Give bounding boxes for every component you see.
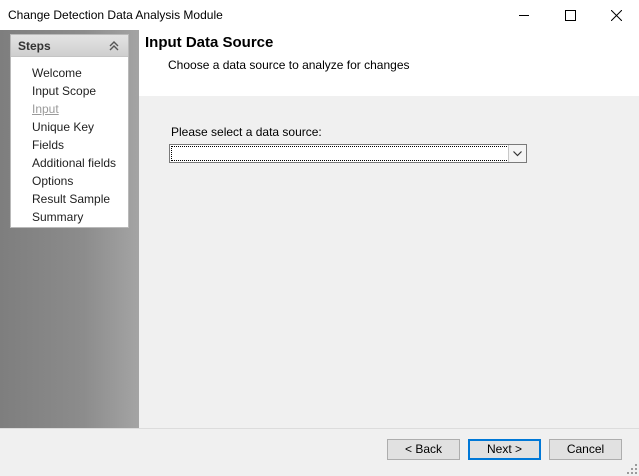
back-button[interactable]: < Back	[387, 439, 460, 460]
data-source-select[interactable]	[169, 144, 527, 163]
step-item-input[interactable]: Input	[32, 100, 116, 118]
step-item-additional-fields[interactable]: Additional fields	[32, 154, 116, 172]
footer-bar: < Back Next > Cancel	[0, 428, 639, 476]
maximize-button[interactable]	[547, 0, 593, 30]
steps-header[interactable]: Steps	[11, 35, 128, 57]
step-item-fields[interactable]: Fields	[32, 136, 116, 154]
window-title: Change Detection Data Analysis Module	[8, 8, 223, 22]
page-subtitle: Choose a data source to analyze for chan…	[168, 58, 410, 72]
resize-grip-icon[interactable]	[627, 464, 637, 474]
wizard-window: Change Detection Data Analysis Module St…	[0, 0, 639, 476]
double-chevron-up-icon[interactable]	[108, 40, 120, 52]
step-list: Welcome Input Scope Input Unique Key Fie…	[32, 64, 116, 226]
step-item-welcome[interactable]: Welcome	[32, 64, 116, 82]
steps-box: Steps Welcome Input Scope Input Unique K…	[10, 34, 129, 228]
close-button[interactable]	[593, 0, 639, 30]
step-item-summary[interactable]: Summary	[32, 208, 116, 226]
step-item-unique-key[interactable]: Unique Key	[32, 118, 116, 136]
steps-panel: Steps Welcome Input Scope Input Unique K…	[0, 30, 139, 428]
step-item-input-scope[interactable]: Input Scope	[32, 82, 116, 100]
select-focus-rect	[171, 146, 509, 161]
data-source-label: Please select a data source:	[171, 125, 322, 139]
title-bar: Change Detection Data Analysis Module	[0, 0, 639, 30]
page-header: Input Data Source Choose a data source t…	[139, 30, 639, 96]
page-title: Input Data Source	[145, 34, 274, 51]
steps-title: Steps	[18, 39, 51, 53]
step-item-options[interactable]: Options	[32, 172, 116, 190]
maximize-icon	[564, 9, 576, 21]
dropdown-button[interactable]	[508, 145, 526, 162]
chevron-down-icon	[513, 150, 522, 156]
content-area: Please select a data source:	[139, 96, 639, 428]
close-icon	[610, 9, 622, 21]
minimize-button[interactable]	[501, 0, 547, 30]
next-button[interactable]: Next >	[468, 439, 541, 460]
step-item-result-sample[interactable]: Result Sample	[32, 190, 116, 208]
minimize-icon	[518, 14, 529, 16]
cancel-button[interactable]: Cancel	[549, 439, 622, 460]
